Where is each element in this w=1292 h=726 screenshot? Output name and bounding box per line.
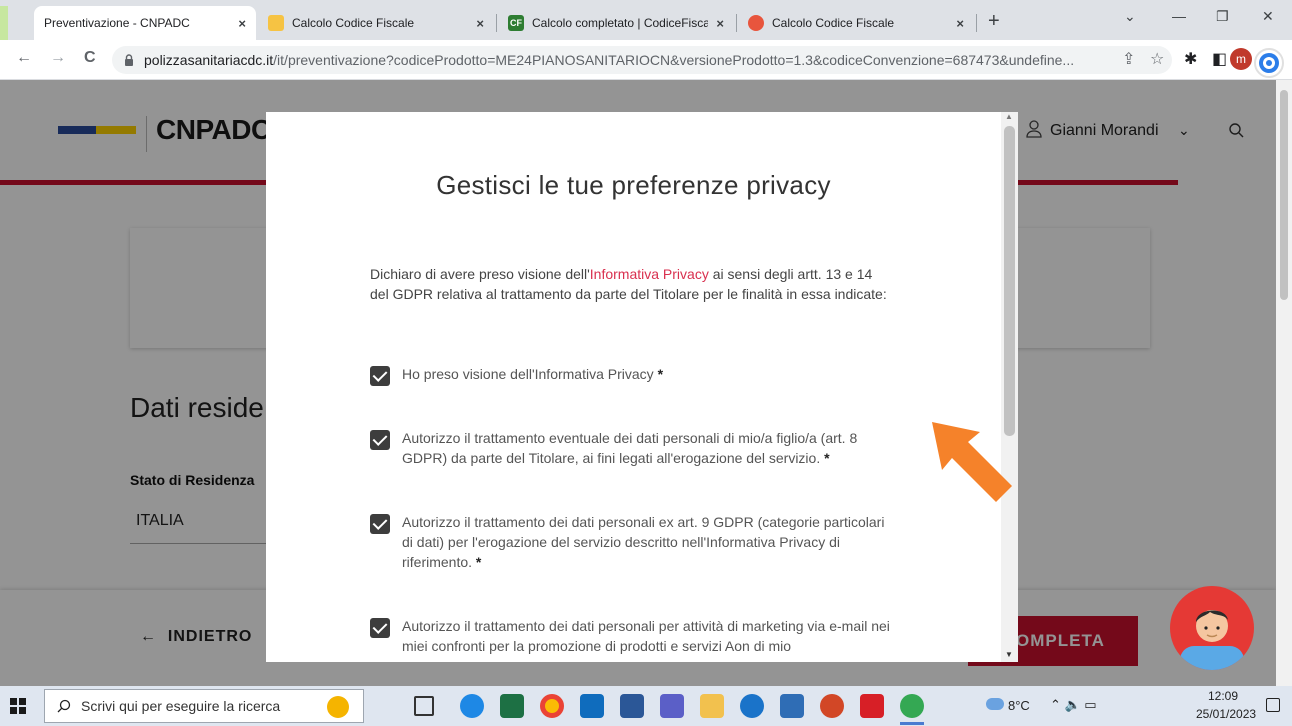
chrome-profile-icon[interactable] — [900, 694, 924, 718]
tray-icons[interactable]: ⌃ 🔈 ▭ — [1050, 697, 1097, 713]
lock-icon — [125, 54, 133, 66]
search-icon — [57, 699, 71, 713]
taskbar-search-box[interactable]: Scrivi qui per eseguire la ricerca — [44, 689, 364, 723]
tab-separator — [496, 14, 497, 32]
tab-favicon-icon — [268, 15, 284, 31]
side-panel-icon[interactable]: ◧ — [1212, 49, 1227, 69]
maximize-button[interactable]: ❐ — [1216, 8, 1229, 25]
tab-title: Preventivazione - CNPADC — [44, 16, 190, 30]
tab-favicon-icon — [748, 15, 764, 31]
tab-close-icon[interactable]: × — [716, 16, 724, 31]
task-view-icon[interactable] — [414, 696, 434, 716]
modal-scrollbar-thumb[interactable] — [1004, 126, 1015, 436]
file-explorer-icon[interactable] — [700, 694, 724, 718]
checkbox-checked-icon[interactable] — [370, 430, 390, 450]
modal-title: Gestisci le tue preferenze privacy — [436, 170, 831, 200]
page-scrollbar[interactable] — [1276, 80, 1292, 686]
consent-label: Autorizzo il trattamento eventuale dei d… — [402, 430, 858, 466]
browser-tab-bar: Preventivazione - CNPADC × Calcolo Codic… — [0, 0, 1292, 40]
annotation-arrow-icon — [932, 422, 1012, 502]
profile-avatar[interactable]: m — [1230, 48, 1252, 70]
close-window-button[interactable]: ✕ — [1262, 8, 1274, 25]
page-scrollbar-thumb[interactable] — [1280, 90, 1288, 300]
browser-toolbar: ← → C polizzasanitariacdc.it/it/preventi… — [0, 40, 1292, 80]
address-bar[interactable]: polizzasanitariacdc.it/it/preventivazion… — [112, 46, 1172, 74]
extensions-icon[interactable]: ✱ — [1184, 49, 1197, 69]
privacy-intro-text: Dichiaro di avere preso visione dell'Inf… — [370, 264, 890, 304]
checkbox-checked-icon[interactable] — [370, 618, 390, 638]
notes-app-icon[interactable] — [780, 694, 804, 718]
tab-preventivazione[interactable]: Preventivazione - CNPADC × — [34, 6, 256, 40]
required-marker: * — [657, 366, 664, 382]
tab-search-icon[interactable]: ⌄ — [1124, 8, 1136, 25]
outlook-icon[interactable] — [580, 694, 604, 718]
tab-title: Calcolo Codice Fiscale — [772, 16, 895, 30]
cf-favicon-icon: CF — [508, 15, 524, 31]
intro-before: Dichiaro di avere preso visione dell' — [370, 266, 590, 282]
search-placeholder: Scrivi qui per eseguire la ricerca — [81, 698, 281, 714]
powerpoint-icon[interactable] — [820, 694, 844, 718]
teams-icon[interactable] — [660, 694, 684, 718]
scroll-up-icon[interactable]: ▲ — [1005, 112, 1013, 121]
chat-assistant-avatar[interactable] — [1170, 586, 1254, 670]
tab-separator — [736, 14, 737, 32]
privacy-modal: Gestisci le tue preferenze privacy Dichi… — [266, 112, 1018, 662]
consent-label: Autorizzo il trattamento dei dati person… — [402, 514, 885, 570]
edge-icon[interactable] — [460, 694, 484, 718]
consent-label: Ho preso visione dell'Informativa Privac… — [402, 366, 654, 382]
notifications-icon[interactable] — [1266, 698, 1280, 712]
tab-close-icon[interactable]: × — [956, 16, 964, 31]
tab-title: Calcolo completato | CodiceFiscale — [532, 16, 709, 30]
taskbar-date[interactable]: 25/01/2023 — [1196, 707, 1256, 721]
tab-strip-edge — [0, 6, 8, 40]
acrobat-icon[interactable] — [860, 694, 884, 718]
tab-calcolo-codice-fiscale[interactable]: Calcolo Codice Fiscale × — [258, 6, 494, 40]
word-icon[interactable] — [620, 694, 644, 718]
weather-temperature[interactable]: 8°C — [1008, 698, 1030, 713]
consent-checkbox-art9[interactable]: Autorizzo il trattamento dei dati person… — [370, 512, 890, 572]
chrome-icon[interactable] — [540, 694, 564, 718]
windows-taskbar: Scrivi qui per eseguire la ricerca 8°C ⌃… — [0, 686, 1292, 726]
back-icon[interactable]: ← — [16, 49, 32, 67]
consent-checkbox-marketing[interactable]: Autorizzo il trattamento dei dati person… — [370, 616, 890, 656]
weather-cloud-icon — [986, 698, 1004, 710]
tab-calcolo-completato[interactable]: CF Calcolo completato | CodiceFiscale × — [498, 6, 734, 40]
tab-close-icon[interactable]: × — [476, 16, 484, 31]
tab-calcolo-codice-fiscale-2[interactable]: Calcolo Codice Fiscale × — [738, 6, 974, 40]
bookmark-star-icon[interactable]: ☆ — [1150, 49, 1164, 69]
modal-scrollbar[interactable]: ▲ ▼ — [1001, 112, 1018, 662]
url-host: polizzasanitariacdc.it — [144, 52, 274, 68]
taskbar-time[interactable]: 12:09 — [1208, 689, 1238, 703]
new-tab-button[interactable]: + — [988, 10, 1000, 33]
checkbox-checked-icon[interactable] — [370, 366, 390, 386]
excel-icon[interactable] — [500, 694, 524, 718]
active-app-indicator — [900, 722, 924, 725]
required-marker: * — [475, 554, 482, 570]
privacy-policy-link[interactable]: Informativa Privacy — [590, 266, 709, 282]
search-highlight-icon[interactable] — [327, 696, 349, 718]
tab-title: Calcolo Codice Fiscale — [292, 16, 415, 30]
share-icon[interactable]: ⇪ — [1122, 49, 1135, 69]
consent-checkbox-privacy[interactable]: Ho preso visione dell'Informativa Privac… — [370, 364, 890, 386]
scroll-down-icon[interactable]: ▼ — [1005, 650, 1013, 659]
assistant-extension-icon[interactable] — [1254, 48, 1284, 78]
tab-separator — [976, 14, 977, 32]
assistant-app-icon[interactable] — [740, 694, 764, 718]
minimize-button[interactable]: — — [1172, 8, 1186, 24]
checkbox-checked-icon[interactable] — [370, 514, 390, 534]
tab-close-icon[interactable]: × — [238, 16, 246, 31]
consent-checkbox-minor[interactable]: Autorizzo il trattamento eventuale dei d… — [370, 428, 890, 468]
reload-icon[interactable]: C — [84, 49, 96, 67]
required-marker: * — [824, 450, 830, 466]
consent-label: Autorizzo il trattamento dei dati person… — [402, 618, 890, 654]
windows-start-icon[interactable] — [10, 698, 26, 714]
url-path: /it/preventivazione?codiceProdotto=ME24P… — [273, 52, 1075, 68]
forward-icon[interactable]: → — [50, 49, 66, 67]
